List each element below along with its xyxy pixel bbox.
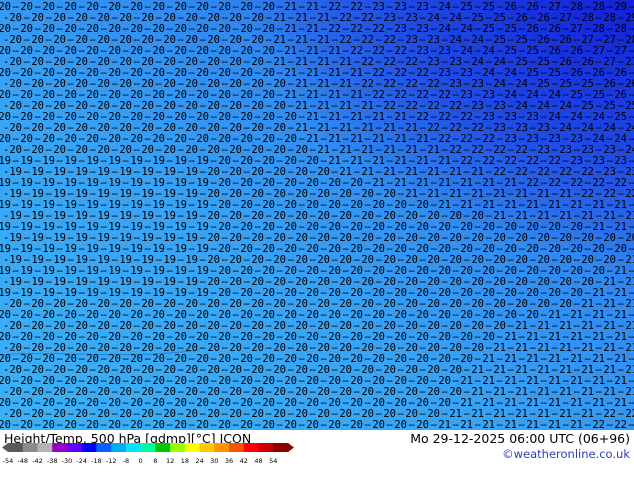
- legend-swatch: [243, 443, 260, 452]
- contour-labels-layer: -20--20--20--20--20--20--20--20--20--20-…: [0, 1, 634, 430]
- legend-swatch: [199, 443, 215, 452]
- legend-tick-label: -54: [3, 457, 14, 465]
- legend-swatch: [111, 443, 127, 452]
- legend-tick-label: -12: [106, 457, 117, 465]
- forecast-datetime: Mo 29-12-2025 06:00 UTC (06+96): [410, 431, 630, 446]
- legend-tick-label: -24: [76, 457, 87, 465]
- legend-swatch: [170, 443, 186, 452]
- legend-swatch: [214, 443, 230, 452]
- legend-swatch: [52, 443, 68, 452]
- legend-tick-label: -8: [123, 457, 129, 465]
- legend-tick-label: 30: [210, 457, 218, 465]
- legend-swatch: [125, 443, 142, 452]
- legend-tick-label: -42: [32, 457, 43, 465]
- weather-map-view: -20--20--20--20--20--20--20--20--20--20-…: [0, 0, 634, 490]
- map-footer: Height/Temp. 500 hPa [gdmp][°C] ICON Mo …: [0, 430, 634, 490]
- legend-swatch: [258, 443, 274, 452]
- contour-label: -22-: [630, 419, 634, 430]
- legend-bar: [2, 443, 294, 452]
- legend-swatch: [140, 443, 156, 452]
- legend-tick-label: 12: [166, 457, 174, 465]
- legend-tick-label: -18: [91, 457, 102, 465]
- legend-swatch: [273, 443, 289, 452]
- legend-tick-label: -48: [17, 457, 28, 465]
- legend-tick-label: 0: [139, 457, 143, 465]
- credit-link[interactable]: ©weatheronline.co.uk: [502, 447, 630, 461]
- legend-swatch: [155, 443, 171, 452]
- legend-left-arrow: [2, 443, 8, 452]
- legend-swatch: [96, 443, 112, 452]
- legend-tick-label: -38: [47, 457, 58, 465]
- legend-right-arrow: [288, 443, 294, 452]
- color-scale-legend: -54 -48 -42 -38 -30 -24 -18 -12 -8 0 8 12 18 24 30 36 42…: [2, 443, 294, 465]
- legend-tick-label: -30: [62, 457, 73, 465]
- temperature-map: -20--20--20--20--20--20--20--20--20--20-…: [0, 0, 634, 430]
- legend-tick-label: 42: [240, 457, 248, 465]
- legend-tick-label: 24: [195, 457, 203, 465]
- legend-swatch: [229, 443, 245, 452]
- legend-swatch: [81, 443, 97, 452]
- legend-swatch: [66, 443, 83, 452]
- legend-tick-label: 18: [181, 457, 189, 465]
- legend-tick-label: 8: [153, 457, 157, 465]
- legend-swatch: [37, 443, 53, 452]
- legend-swatch: [22, 443, 38, 452]
- legend-tick-label: 36: [225, 457, 233, 465]
- legend-swatch: [184, 443, 201, 452]
- legend-tick-label: 54: [269, 457, 277, 465]
- legend-swatch: [8, 443, 24, 452]
- legend-tick-label: 48: [254, 457, 262, 465]
